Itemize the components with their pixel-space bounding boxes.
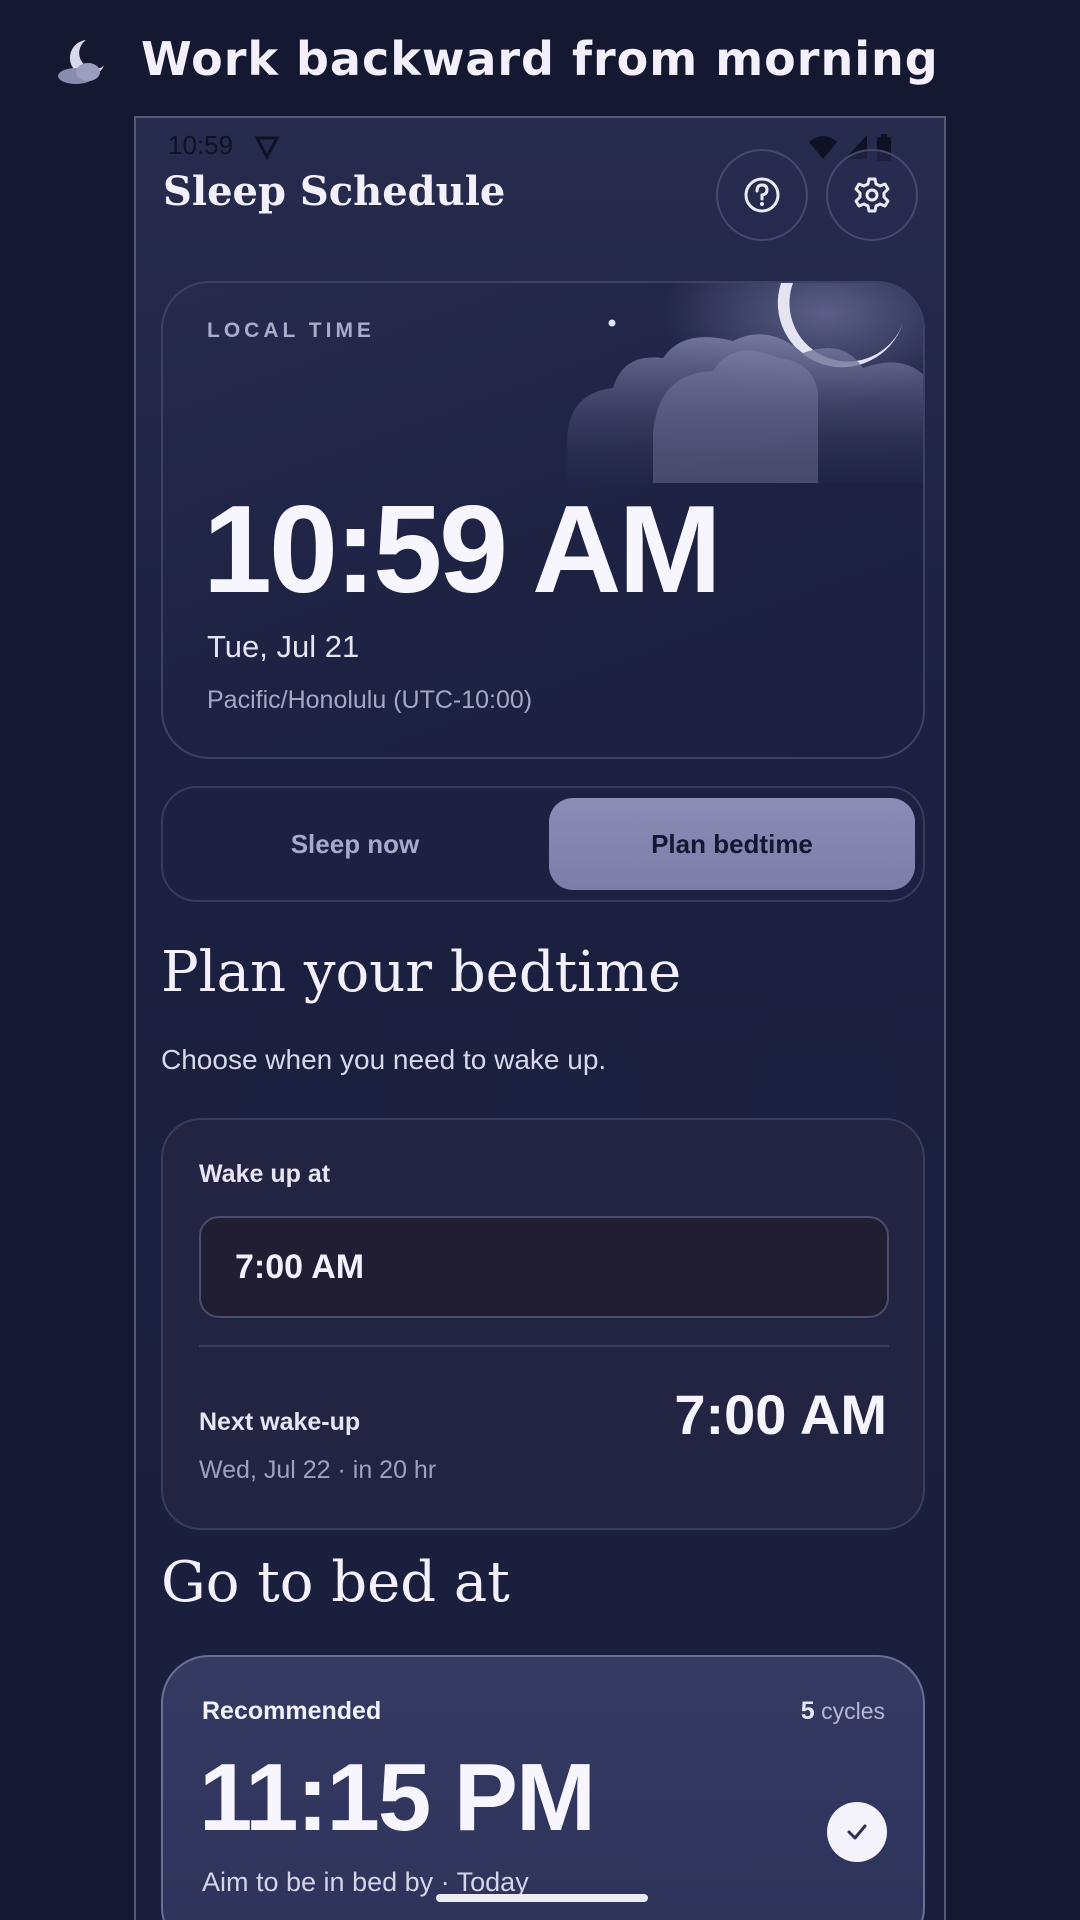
local-time-display: 10:59 AM xyxy=(203,481,722,619)
help-button[interactable] xyxy=(716,149,808,241)
vpn-icon xyxy=(254,136,280,160)
plan-bedtime-tab[interactable]: Plan bedtime xyxy=(549,798,915,890)
next-wake-time: 7:00 AM xyxy=(674,1383,887,1446)
status-time: 10:59 xyxy=(168,130,234,160)
timezone-label: Pacific/Honolulu (UTC-10:00) xyxy=(207,686,533,714)
recommended-label: Recommended xyxy=(202,1697,382,1725)
selected-check[interactable] xyxy=(827,1802,887,1862)
local-date: Tue, Jul 21 xyxy=(207,629,360,664)
next-wake-label: Next wake-up xyxy=(199,1408,361,1436)
local-time-label: LOCAL TIME xyxy=(207,319,375,342)
moon-clouds-illustration xyxy=(563,283,923,483)
plan-heading: Plan your bedtime xyxy=(161,940,682,1005)
recommended-bedtime: 11:15 PM xyxy=(199,1744,596,1851)
local-time-card: LOCAL TIME 10:59 AM Tue, Jul 21 Pacific/… xyxy=(161,281,925,759)
wake-up-label: Wake up at xyxy=(199,1160,331,1188)
phone-screen: 10:59 Sleep Schedule LOCAL TIME 10:59 AM… xyxy=(134,116,946,1920)
status-bar: 10:59 xyxy=(168,128,918,168)
banner: Work backward from morning xyxy=(0,0,1080,116)
bedtime-heading: Go to bed at xyxy=(161,1550,510,1615)
check-icon xyxy=(847,1824,867,1840)
plan-subtitle: Choose when you need to wake up. xyxy=(161,1044,607,1075)
next-wake-detail: Wed, Jul 22 · in 20 hr xyxy=(199,1456,437,1484)
banner-title: Work backward from morning xyxy=(141,32,939,86)
gear-icon xyxy=(854,177,890,213)
sleep-now-tab[interactable]: Sleep now xyxy=(163,788,547,900)
wifi-icon xyxy=(809,136,837,159)
wake-time-field[interactable]: 7:00 AM xyxy=(199,1216,889,1318)
wake-up-card: Wake up at 7:00 AM Next wake-up Wed, Jul… xyxy=(161,1118,925,1530)
recommended-bedtime-card[interactable]: Recommended 5 cycles 11:15 PM Aim to be … xyxy=(161,1655,925,1920)
help-circle-icon xyxy=(744,177,780,213)
app-title: Sleep Schedule xyxy=(163,168,506,215)
mode-toggle: Sleep now Plan bedtime xyxy=(161,786,925,902)
settings-button[interactable] xyxy=(826,149,918,241)
cycles-count: 5 cycles xyxy=(800,1697,885,1725)
moon-cloud-icon xyxy=(58,40,104,84)
divider xyxy=(199,1345,889,1347)
home-indicator[interactable] xyxy=(436,1894,648,1902)
